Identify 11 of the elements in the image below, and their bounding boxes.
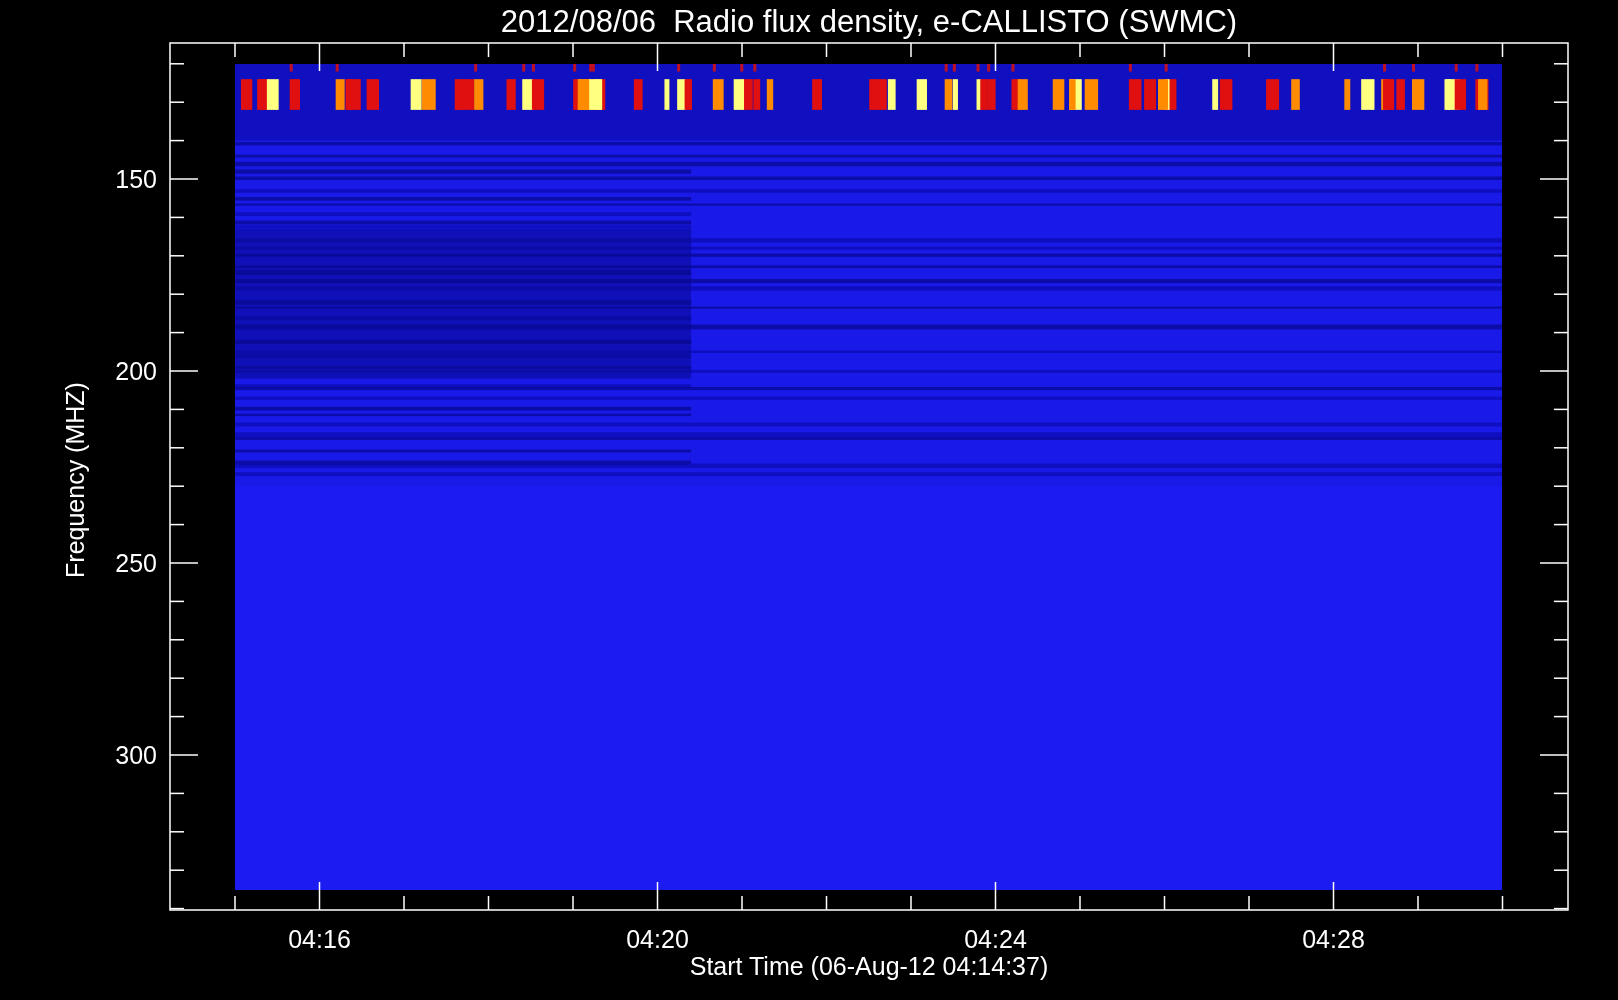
- x-tick-label: 04:16: [288, 925, 351, 953]
- y-tick-label: 300: [115, 741, 157, 769]
- chart-title: 2012/08/06 Radio flux density, e-CALLISTO (SWMC): [500, 4, 1238, 39]
- x-axis-label: Start Time (06-Aug-12 04:14:37): [689, 952, 1049, 980]
- y-tick-label: 250: [115, 549, 157, 577]
- y-tick-label: 150: [115, 165, 157, 193]
- y-axis-label: Frequency (MHZ): [61, 382, 89, 578]
- x-tick-label: 04:28: [1302, 925, 1365, 953]
- x-tick-label: 04:20: [626, 925, 689, 953]
- y-tick-label: 200: [115, 357, 157, 385]
- x-tick-label: 04:24: [964, 925, 1027, 953]
